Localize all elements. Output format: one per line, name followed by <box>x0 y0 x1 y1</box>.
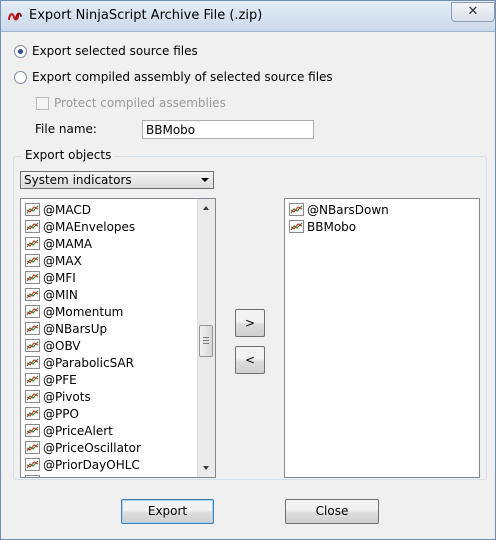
indicator-chart-icon <box>25 237 40 250</box>
indicator-chart-icon <box>25 424 40 437</box>
list-item[interactable]: @NBarsUp <box>25 320 107 337</box>
protect-assemblies-option[interactable]: Protect compiled assemblies <box>36 96 226 110</box>
list-item-label: @MAEnvelopes <box>43 219 136 234</box>
available-list-scrollbar[interactable] <box>197 199 215 477</box>
chevron-down-icon <box>201 178 209 182</box>
available-objects-list[interactable]: @MACD @MAEnvelopes @MAMA @MAX @MFI @MIN @Momen… <box>20 198 216 478</box>
list-item[interactable]: @MAX <box>25 252 82 269</box>
list-item-label: @PriorDayOHLC <box>43 457 140 472</box>
list-item[interactable]: @R... <box>25 473 74 478</box>
export-compiled-label: Export compiled assembly of selected sou… <box>32 70 333 84</box>
selected-objects-list[interactable]: @NBarsDown BBMobo <box>284 198 480 478</box>
list-item[interactable]: @Pivots <box>25 388 91 405</box>
list-item-label: @MAX <box>43 253 82 268</box>
list-item-label: @PFE <box>43 372 77 387</box>
list-item-label: BBMobo <box>307 219 357 234</box>
ninjatrader-logo-icon <box>7 12 22 21</box>
indicator-chart-icon <box>25 220 40 233</box>
indicator-chart-icon <box>289 220 304 233</box>
list-item-label: @Momentum <box>43 304 124 319</box>
indicator-chart-icon <box>25 407 40 420</box>
export-button[interactable]: Export <box>121 499 214 524</box>
indicator-chart-icon <box>25 254 40 267</box>
category-dropdown[interactable]: System indicators <box>20 171 214 189</box>
export-source-option[interactable]: Export selected source files <box>14 44 198 58</box>
list-item[interactable]: @MACD <box>25 201 91 218</box>
add-to-export-button[interactable]: > <box>235 309 265 337</box>
list-item-label: @PriceOscillator <box>43 440 141 455</box>
remove-from-export-button[interactable]: < <box>235 346 265 374</box>
list-item[interactable]: @MAEnvelopes <box>25 218 135 235</box>
window-title: Export NinjaScript Archive File (.zip) <box>29 8 263 23</box>
list-item[interactable]: @PriorDayOHLC <box>25 456 140 473</box>
export-source-label: Export selected source files <box>32 44 198 58</box>
list-item[interactable]: @PPO <box>25 405 79 422</box>
category-dropdown-value: System indicators <box>24 173 132 187</box>
indicator-chart-icon <box>25 339 40 352</box>
list-item[interactable]: @Momentum <box>25 303 123 320</box>
list-item-label: @ParabolicSAR <box>43 355 134 370</box>
indicator-chart-icon <box>25 441 40 454</box>
scroll-up-arrow-icon[interactable] <box>198 199 215 216</box>
list-item[interactable]: @PFE <box>25 371 77 388</box>
list-item[interactable]: @NBarsDown <box>289 201 389 218</box>
list-item-label: @NBarsDown <box>307 202 389 217</box>
file-name-label: File name: <box>35 122 97 136</box>
dialog-body: Export selected source files Export comp… <box>8 32 488 532</box>
list-item[interactable]: @PriceOscillator <box>25 439 141 456</box>
export-dialog-window: Export NinjaScript Archive File (.zip) ✕… <box>0 0 496 540</box>
list-item[interactable]: @ParabolicSAR <box>25 354 134 371</box>
list-item[interactable]: @PriceAlert <box>25 422 113 439</box>
grip-icon <box>203 337 209 338</box>
indicator-chart-icon <box>25 458 40 471</box>
list-item[interactable]: @MIN <box>25 286 78 303</box>
indicator-chart-icon <box>25 322 40 335</box>
protect-assemblies-label: Protect compiled assemblies <box>54 96 226 110</box>
protect-assemblies-checkbox[interactable] <box>36 96 49 110</box>
file-name-input[interactable]: BBMobo <box>142 120 314 139</box>
indicator-chart-icon <box>25 203 40 216</box>
list-item-label: @Pivots <box>43 389 91 404</box>
list-item[interactable]: @MFI <box>25 269 76 286</box>
indicator-chart-icon <box>25 305 40 318</box>
list-item-label: @MFI <box>43 270 76 285</box>
list-item-label: @NBarsUp <box>43 321 108 336</box>
export-compiled-option[interactable]: Export compiled assembly of selected sou… <box>14 70 333 84</box>
list-item-label: @PriceAlert <box>43 423 113 438</box>
list-item-label: @R... <box>43 475 74 478</box>
indicator-chart-icon <box>25 373 40 386</box>
export-source-radio[interactable] <box>14 44 27 58</box>
export-objects-legend: Export objects <box>22 148 115 162</box>
export-compiled-radio[interactable] <box>14 70 27 84</box>
list-item-label: @OBV <box>43 338 81 353</box>
indicator-chart-icon <box>25 475 40 477</box>
list-item-label: @MACD <box>43 202 91 217</box>
indicator-chart-icon <box>25 356 40 369</box>
list-item-label: @PPO <box>43 406 79 421</box>
title-bar[interactable]: Export NinjaScript Archive File (.zip) ✕ <box>1 1 495 32</box>
list-item[interactable]: BBMobo <box>289 218 356 235</box>
indicator-chart-icon <box>25 288 40 301</box>
close-button[interactable]: Close <box>285 499 379 524</box>
window-close-button[interactable]: ✕ <box>451 2 495 22</box>
list-item[interactable]: @OBV <box>25 337 81 354</box>
list-item-label: @MIN <box>43 287 78 302</box>
scroll-down-arrow-icon[interactable] <box>198 460 215 477</box>
indicator-chart-icon <box>289 203 304 216</box>
list-item-label: @MAMA <box>43 236 93 251</box>
list-item[interactable]: @MAMA <box>25 235 92 252</box>
indicator-chart-icon <box>25 271 40 284</box>
indicator-chart-icon <box>25 390 40 403</box>
scrollbar-thumb[interactable] <box>199 325 213 357</box>
